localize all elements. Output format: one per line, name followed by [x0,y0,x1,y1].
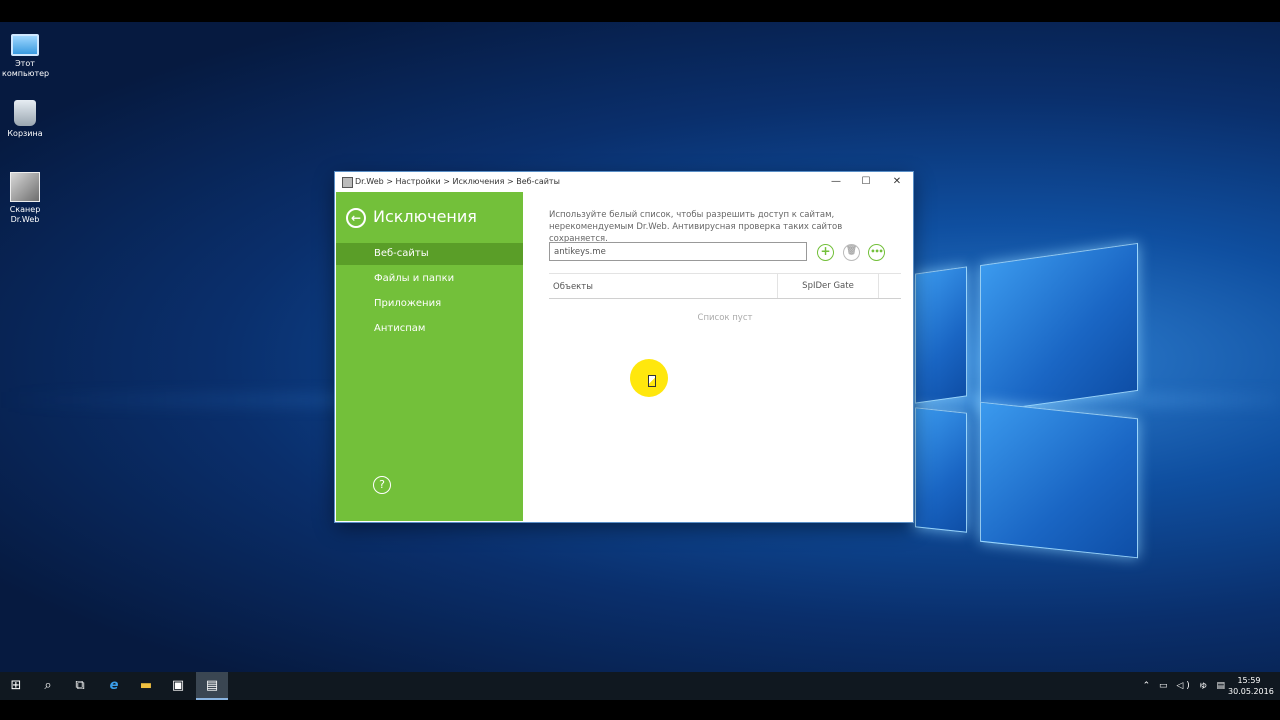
windows-logo-pane [915,407,967,533]
desktop-icon-label: Этот [15,59,35,68]
sidebar-item-files-folders[interactable]: Файлы и папки [336,268,523,290]
drweb-window: Dr.Web > Настройки > Исключения > Веб-са… [335,172,913,522]
description-text: Используйте белый список, чтобы разрешит… [549,210,843,244]
windows-logo-pane [980,401,1138,559]
desktop-icon-label: Сканер [9,205,41,214]
desktop-icon-this-pc[interactable]: Этот компьютер [2,28,50,79]
computer-icon [11,34,39,56]
recycle-bin-icon [14,100,36,126]
sidebar-item-antispam[interactable]: Антиспам [336,318,523,340]
clock-date: 30.05.2016 [1228,687,1274,696]
start-button[interactable]: ⊞ [0,672,32,700]
breadcrumb: Dr.Web > Настройки > Исключения > Веб-са… [355,177,560,186]
edge-icon[interactable]: e [98,672,130,700]
more-options-button[interactable]: ••• [868,244,885,261]
add-button[interactable]: + [817,244,834,261]
drweb-taskbar-icon[interactable]: ▤ [196,672,228,700]
taskbar: ⊞ ⌕ ⧉ e ▬ ▣ ▤ ⌃ ▭ ◁) ゅ ▤ 15:59 30.05.201… [0,672,1280,700]
column-header-spider-gate[interactable]: SpIDer Gate [777,274,879,298]
search-icon[interactable]: ⌕ [32,672,64,700]
store-icon[interactable]: ▣ [162,672,194,700]
sidebar-item-applications[interactable]: Приложения [336,293,523,315]
desktop-icon-label: Dr.Web [10,215,40,224]
content-panel: Используйте белый список, чтобы разрешит… [523,192,912,521]
desktop-icon-label: Корзина [7,129,43,138]
windows-logo-pane [915,266,967,404]
windows-logo-pane [980,242,1138,414]
clock-time: 15:59 [1237,676,1261,685]
back-arrow-icon[interactable]: ← [346,208,366,228]
close-button[interactable]: ✕ [882,172,912,192]
sidebar-item-websites[interactable]: Веб-сайты [336,243,523,265]
maximize-button[interactable]: ☐ [851,172,881,192]
letterbox-bar [0,700,1280,720]
minimize-button[interactable]: — [821,172,851,192]
desktop-icon-recycle-bin[interactable]: Корзина [2,100,48,139]
sidebar-title: Исключения [373,207,477,226]
exclusions-table: Объекты SpIDer Gate Список пуст [549,273,901,323]
clock[interactable]: 15:59 30.05.2016 [1228,675,1274,697]
task-view-icon[interactable]: ⧉ [64,672,96,700]
help-icon[interactable]: ? [373,476,391,494]
column-header-objects[interactable]: Объекты [553,282,593,292]
drweb-app-icon [342,177,353,188]
website-input[interactable] [549,242,807,261]
empty-list-message: Список пуст [697,313,753,323]
sidebar: ← Исключения Веб-сайты Файлы и папки При… [336,192,523,521]
desktop-icon-label: компьютер [2,69,50,78]
desktop-icon-drweb-scanner[interactable]: Сканер Dr.Web [2,172,48,225]
system-tray[interactable]: ⌃ ▭ ◁) ゅ ▤ [1143,672,1228,700]
file-explorer-icon[interactable]: ▬ [130,672,162,700]
title-bar[interactable]: Dr.Web > Настройки > Исключения > Веб-са… [335,172,913,192]
mouse-cursor-icon [648,375,656,387]
delete-button[interactable]: 🗑 [843,244,860,261]
table-header: Объекты SpIDer Gate [549,273,901,299]
drweb-scanner-icon [10,172,40,202]
